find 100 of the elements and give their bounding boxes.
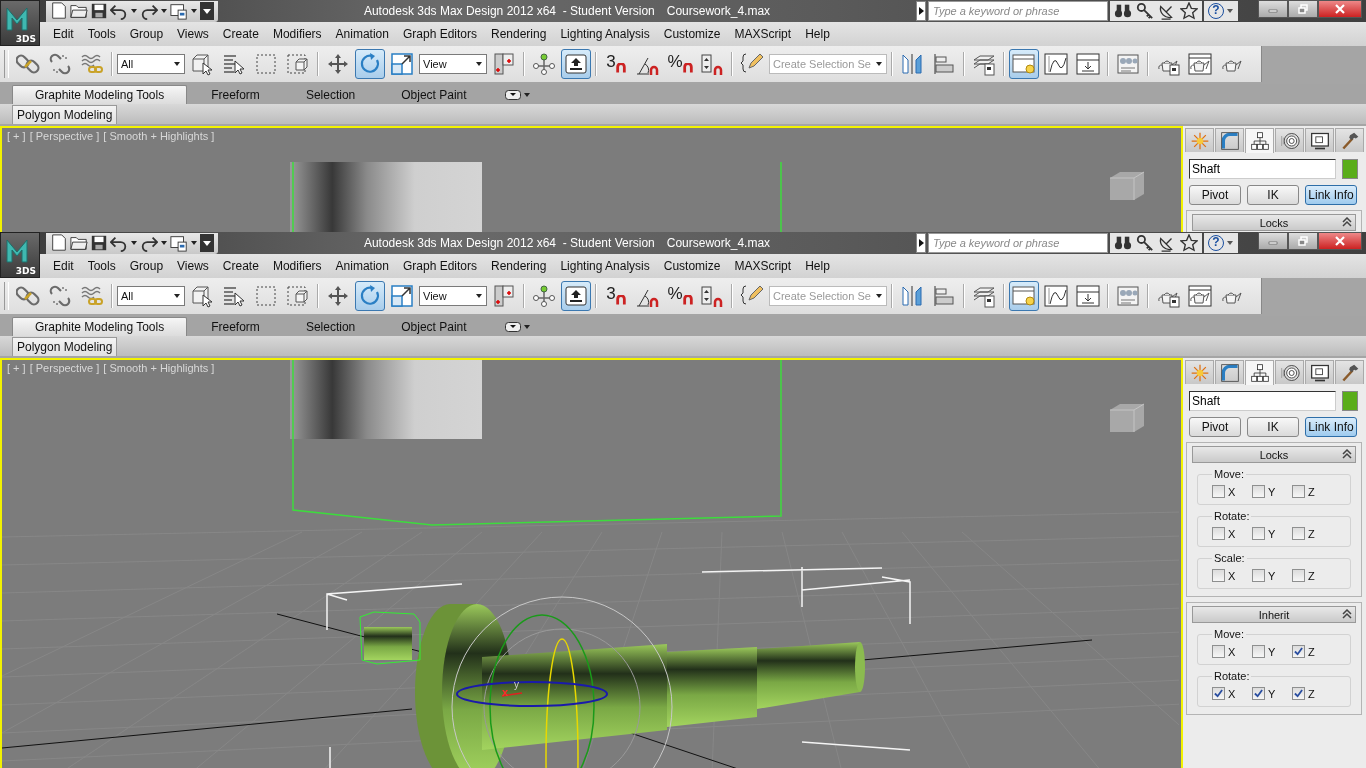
- percent-snap-button[interactable]: %: [665, 49, 695, 79]
- panel-button[interactable]: Link Info: [1305, 417, 1357, 437]
- checkbox[interactable]: [1252, 687, 1265, 700]
- menu-item[interactable]: Lighting Analysis: [553, 24, 657, 44]
- rollout-header[interactable]: Inherit: [1192, 606, 1356, 623]
- checkbox[interactable]: [1292, 485, 1305, 498]
- window-bulb-button[interactable]: [1009, 281, 1039, 311]
- panel-button[interactable]: IK: [1247, 417, 1299, 437]
- panel-button[interactable]: Pivot: [1189, 185, 1241, 205]
- command-panel-tab[interactable]: [1245, 360, 1274, 385]
- snap-button[interactable]: 3: [601, 49, 631, 79]
- command-panel-tab[interactable]: [1275, 360, 1304, 384]
- percent-snap-button[interactable]: %: [665, 281, 695, 311]
- restore-button[interactable]: [1288, 0, 1318, 18]
- command-panel-tab[interactable]: [1305, 360, 1334, 384]
- help-button[interactable]: ?: [1204, 233, 1238, 253]
- restore-button[interactable]: [1288, 232, 1318, 250]
- menu-item[interactable]: Lighting Analysis: [553, 256, 657, 276]
- menu-item[interactable]: Modifiers: [265, 24, 329, 44]
- menu-item[interactable]: Modifiers: [265, 256, 329, 276]
- application-button[interactable]: 3DS: [0, 0, 40, 46]
- help-button[interactable]: ?: [1204, 1, 1238, 21]
- snap-button[interactable]: 3: [601, 281, 631, 311]
- menu-item[interactable]: Create: [215, 256, 266, 276]
- panel-button[interactable]: Pivot: [1189, 417, 1241, 437]
- checkbox[interactable]: [1292, 527, 1305, 540]
- checkbox[interactable]: [1212, 485, 1225, 498]
- wave-chain-icon: [80, 284, 104, 308]
- menu-item[interactable]: Customize: [656, 24, 728, 44]
- object-name-field[interactable]: Shaft: [1189, 159, 1336, 179]
- checkbox[interactable]: [1292, 569, 1305, 582]
- minimize-button[interactable]: [1258, 0, 1288, 18]
- search-field[interactable]: Type a keyword or phrase: [928, 233, 1108, 253]
- menu-item[interactable]: Customize: [656, 256, 728, 276]
- ribbon-tab[interactable]: Selection: [283, 317, 378, 336]
- open-folder-icon: [70, 234, 88, 252]
- menu-item[interactable]: Views: [170, 256, 216, 276]
- ribbon-tab[interactable]: Graphite Modeling Tools: [12, 317, 188, 336]
- command-panel-tab[interactable]: [1335, 360, 1364, 384]
- panel-button[interactable]: IK: [1247, 185, 1299, 205]
- menu-item[interactable]: Edit: [46, 24, 81, 44]
- rotate-button[interactable]: [355, 281, 385, 311]
- ribbon-tab[interactable]: Freeform: [189, 85, 282, 104]
- close-button[interactable]: [1318, 232, 1362, 250]
- checkbox[interactable]: [1212, 527, 1225, 540]
- menu-item[interactable]: MAXScript: [727, 256, 799, 276]
- upload-button[interactable]: [561, 281, 591, 311]
- checkbox[interactable]: [1212, 569, 1225, 582]
- checkbox[interactable]: [1212, 687, 1225, 700]
- ribbon-tab[interactable]: Object Paint: [379, 317, 489, 336]
- rollout-header[interactable]: Locks: [1192, 446, 1356, 463]
- minimize-button[interactable]: [1258, 232, 1288, 250]
- dropdown[interactable]: All: [117, 286, 185, 306]
- menu-item[interactable]: Rendering: [484, 24, 554, 44]
- command-panel-tab[interactable]: [1335, 128, 1364, 152]
- checkbox[interactable]: [1252, 485, 1265, 498]
- command-panel-tab[interactable]: [1275, 128, 1304, 152]
- menu-item[interactable]: Graph Editors: [395, 24, 484, 44]
- ribbon-tab[interactable]: Object Paint: [379, 85, 489, 104]
- command-panel-tab[interactable]: [1305, 128, 1334, 152]
- menu-item[interactable]: Group: [122, 256, 171, 276]
- menu-item[interactable]: Tools: [80, 24, 123, 44]
- search-field[interactable]: Type a keyword or phrase: [928, 1, 1108, 21]
- checkbox[interactable]: [1292, 645, 1305, 658]
- dropdown[interactable]: View: [419, 54, 487, 74]
- rotate-button[interactable]: [355, 49, 385, 79]
- object-color-swatch[interactable]: [1342, 159, 1358, 179]
- panel-button[interactable]: Link Info: [1305, 185, 1357, 205]
- close-button[interactable]: [1318, 0, 1362, 18]
- window-bulb-button[interactable]: [1009, 49, 1039, 79]
- object-name-field[interactable]: Shaft: [1189, 391, 1336, 411]
- menu-item[interactable]: Group: [122, 24, 171, 44]
- ribbon-tab[interactable]: Freeform: [189, 317, 282, 336]
- dropdown[interactable]: All: [117, 54, 185, 74]
- menu-item[interactable]: Views: [170, 24, 216, 44]
- checkbox[interactable]: [1292, 687, 1305, 700]
- menu-item[interactable]: Help: [798, 256, 837, 276]
- command-panel-tab[interactable]: [1245, 128, 1274, 153]
- menu-item[interactable]: Animation: [328, 24, 396, 44]
- rollout-header[interactable]: Locks: [1192, 214, 1356, 231]
- ribbon-panel-tab[interactable]: Polygon Modeling: [12, 105, 118, 124]
- object-color-swatch[interactable]: [1342, 391, 1358, 411]
- checkbox[interactable]: [1212, 645, 1225, 658]
- menu-item[interactable]: Rendering: [484, 256, 554, 276]
- menu-item[interactable]: Create: [215, 24, 266, 44]
- menu-item[interactable]: Graph Editors: [395, 256, 484, 276]
- upload-button[interactable]: [561, 49, 591, 79]
- menu-item[interactable]: Animation: [328, 256, 396, 276]
- application-button[interactable]: 3DS: [0, 232, 40, 278]
- menu-item[interactable]: Tools: [80, 256, 123, 276]
- menu-item[interactable]: Help: [798, 24, 837, 44]
- checkbox[interactable]: [1252, 645, 1265, 658]
- ribbon-tab[interactable]: Selection: [283, 85, 378, 104]
- dropdown[interactable]: View: [419, 286, 487, 306]
- checkbox[interactable]: [1252, 569, 1265, 582]
- ribbon-panel-tab[interactable]: Polygon Modeling: [12, 337, 118, 356]
- checkbox[interactable]: [1252, 527, 1265, 540]
- menu-item[interactable]: Edit: [46, 256, 81, 276]
- menu-item[interactable]: MAXScript: [727, 24, 799, 44]
- ribbon-tab[interactable]: Graphite Modeling Tools: [12, 85, 188, 104]
